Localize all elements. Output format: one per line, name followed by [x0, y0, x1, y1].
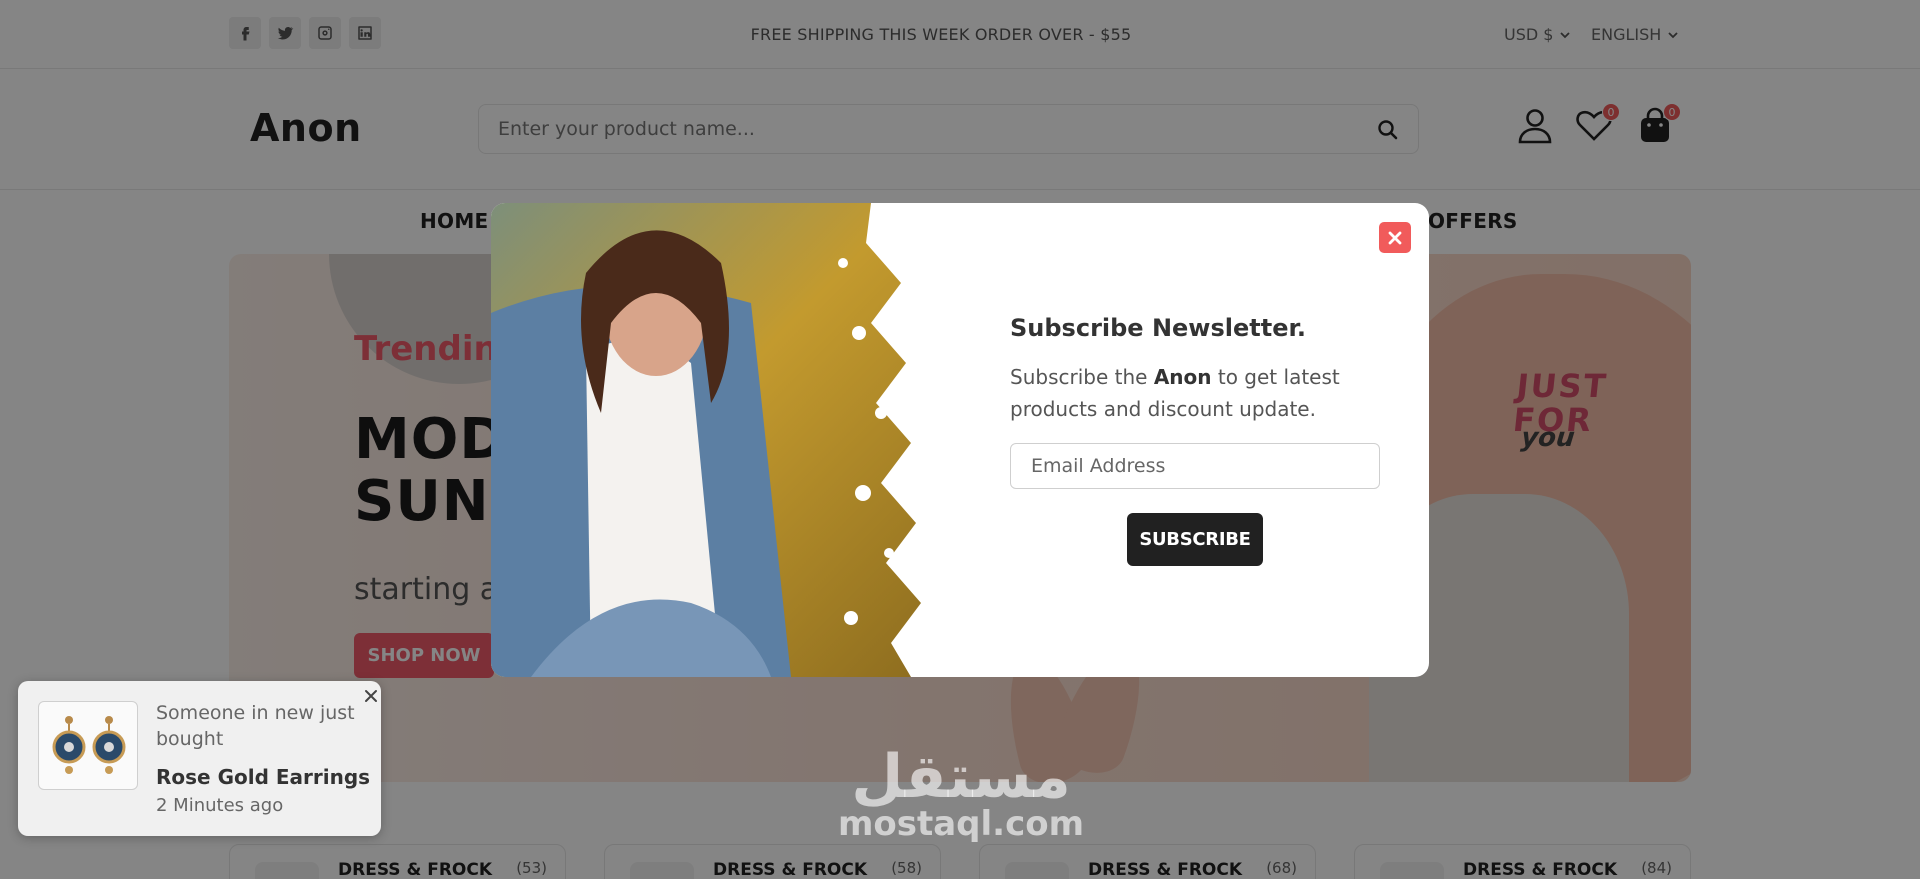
subscribe-button[interactable]: SUBSCRIBE — [1127, 513, 1263, 566]
toast-message: Someone in new just bought — [156, 702, 355, 750]
close-icon — [1388, 231, 1402, 244]
watermark: مستقل mostaql.com — [836, 742, 1086, 842]
toast-time: 2 Minutes ago — [156, 795, 284, 816]
newsletter-image — [491, 203, 956, 677]
modal-title: Subscribe Newsletter. — [1010, 314, 1307, 342]
brand-name: Anon — [1153, 365, 1212, 389]
toast-product-name[interactable]: Rose Gold Earrings — [156, 765, 370, 789]
close-modal-button[interactable] — [1379, 222, 1411, 253]
email-field[interactable] — [1010, 443, 1380, 489]
watermark-latin: mostaql.com — [837, 804, 1085, 844]
watermark-arabic: مستقل — [851, 742, 1071, 812]
earrings-image — [52, 716, 126, 774]
desc-text: Subscribe the — [1010, 365, 1154, 389]
newsletter-modal: Subscribe Newsletter. Subscribe the Anon… — [491, 203, 1429, 677]
modal-description: Subscribe the Anon to get latest product… — [1010, 361, 1390, 425]
product-thumbnail — [38, 701, 138, 790]
purchase-notification: Someone in new just bought Rose Gold Ear… — [18, 681, 381, 836]
